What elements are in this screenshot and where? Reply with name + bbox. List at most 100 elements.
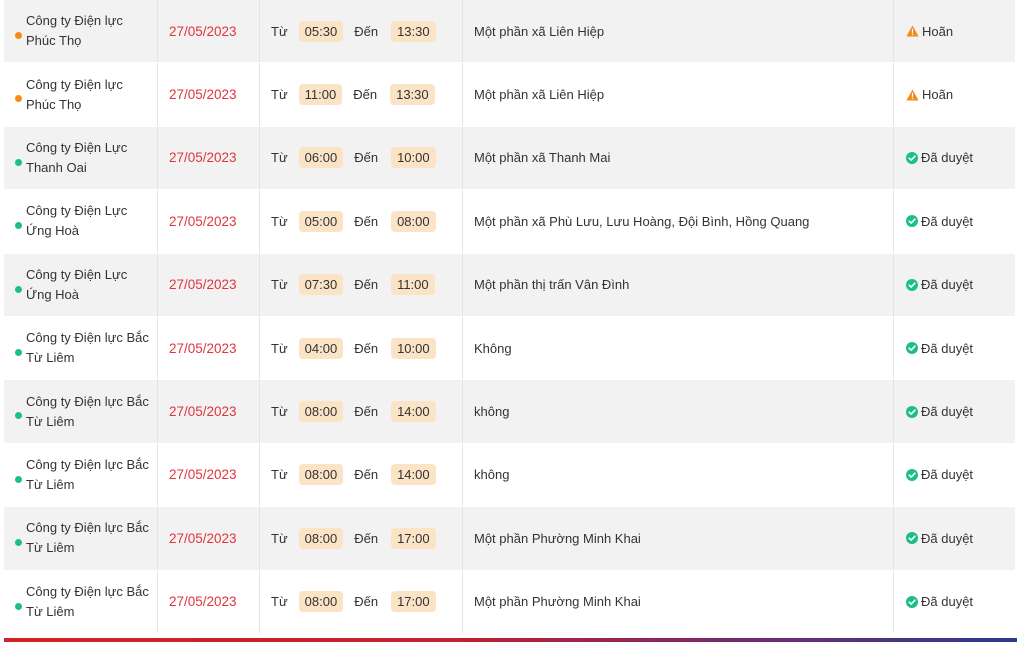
end-time: 10:00 — [391, 147, 436, 169]
to-label: Đến — [353, 87, 378, 103]
outage-date: 27/05/2023 — [169, 277, 237, 293]
table-row: Công ty Điện Lực Thanh Oai 27/05/2023 Từ 06:… — [4, 126, 1015, 191]
company-name-line2: Ứng Hoà — [26, 223, 80, 239]
status-dot-icon — [15, 348, 22, 356]
start-time: 08:00 — [298, 464, 344, 486]
area-cell: không — [463, 380, 894, 443]
table-row: Công ty Điện lực Phúc Thọ 27/05/2023 Từ 05:3… — [4, 0, 1015, 64]
status-cell: Đã duyệt — [894, 190, 1015, 252]
from-label: Từ — [271, 213, 288, 229]
to-label: Đến — [354, 594, 379, 610]
table-row: Công ty Điện lực Bắc Từ Liêm 27/05/2023 Từ 0… — [4, 443, 1015, 508]
outage-schedule-table: Công ty Điện lực Phúc Thọ 27/05/2023 Từ 05:3… — [4, 0, 1015, 634]
company-name-line1: Công ty Điện lực Bắc — [26, 583, 149, 599]
to-label: Đến — [354, 213, 379, 229]
company-name-line1: Công ty Điện lực Bắc — [26, 456, 149, 472]
status-badge: Đã duyệt — [906, 594, 973, 609]
warning-icon — [906, 89, 922, 101]
status-badge: Hoãn — [906, 87, 953, 102]
time-cell: Từ 05:30 Đến 13:30 — [260, 0, 463, 63]
company-cell: Công ty Điện lực Bắc Từ Liêm — [4, 316, 158, 380]
company-name-line2: Phúc Thọ — [26, 33, 82, 49]
to-label: Đến — [354, 277, 379, 293]
status-dot-icon — [15, 602, 22, 610]
status-label: Đã duyệt — [921, 150, 974, 166]
status-cell: Đã duyệt — [894, 444, 1015, 506]
from-label: Từ — [271, 404, 288, 420]
outage-date: 27/05/2023 — [169, 23, 237, 39]
company-cell: Công ty Điện Lực Thanh Oai — [4, 126, 158, 190]
status-badge: Đã duyệt — [906, 150, 973, 165]
affected-area: Một phần thị trấn Vân Đình — [474, 277, 630, 293]
from-label: Từ — [271, 150, 288, 166]
time-cell: Từ 04:00 Đến 10:00 — [260, 316, 463, 380]
time-cell: Từ 08:00 Đến 17:00 — [260, 570, 463, 633]
company-name-line1: Công ty Điện Lực — [26, 139, 128, 155]
company-name-line1: Công ty Điện Lực — [26, 203, 128, 219]
company-name-line2: Từ Liêm — [26, 476, 75, 492]
status-cell: Đã duyệt — [894, 127, 1015, 189]
footer-gradient-bar — [4, 638, 1017, 642]
status-dot-icon — [15, 158, 22, 166]
affected-area: không — [474, 404, 510, 420]
end-time: 08:00 — [391, 210, 436, 232]
outage-date: 27/05/2023 — [169, 340, 237, 356]
company-name-line2: Từ Liêm — [26, 413, 75, 429]
to-label: Đến — [354, 467, 379, 483]
outage-date: 27/05/2023 — [169, 404, 237, 420]
status-badge: Đã duyệt — [906, 404, 973, 419]
date-cell: 27/05/2023 — [158, 316, 260, 380]
affected-area: Một phần xã Liên Hiệp — [474, 87, 605, 103]
from-label: Từ — [271, 87, 288, 103]
status-cell: Hoãn — [894, 0, 1015, 62]
company-cell: Công ty Điện lực Bắc Từ Liêm — [4, 443, 158, 507]
status-label: Đã duyệt — [921, 277, 974, 293]
status-dot-icon — [15, 285, 22, 293]
status-dot-icon — [15, 32, 22, 39]
time-cell: Từ 08:00 Đến 14:00 — [260, 443, 463, 507]
area-cell: Một phần xã Phù Lưu, Lưu Hoàng, Đội Bình… — [463, 190, 894, 253]
to-label: Đến — [354, 340, 379, 356]
status-cell: Đã duyệt — [894, 507, 1015, 569]
area-cell: Một phần Phường Minh Khai — [463, 507, 894, 570]
status-label: Đã duyệt — [921, 467, 974, 483]
to-label: Đến — [354, 404, 379, 420]
company-cell: Công ty Điện lực Bắc Từ Liêm — [4, 570, 158, 633]
date-cell: 27/05/2023 — [158, 253, 260, 316]
table-row: Công ty Điện lực Phúc Thọ 27/05/2023 Từ 11:0… — [4, 63, 1015, 127]
start-time: 07:30 — [298, 274, 344, 296]
time-cell: Từ 06:00 Đến 10:00 — [260, 126, 463, 190]
check-circle-icon — [906, 151, 921, 164]
end-time: 17:00 — [391, 591, 436, 613]
date-cell: 27/05/2023 — [158, 63, 260, 126]
company-name: Công ty Điện lực Phúc Thọ — [26, 11, 123, 51]
company-name-line1: Công ty Điện lực — [26, 76, 123, 92]
outage-date: 27/05/2023 — [169, 87, 237, 103]
table-row: Công ty Điện lực Bắc Từ Liêm 27/05/2023 Từ 0… — [4, 380, 1015, 444]
affected-area: không — [474, 467, 510, 483]
end-time: 14:00 — [391, 401, 436, 423]
start-time: 08:00 — [298, 401, 344, 423]
status-cell: Đã duyệt — [894, 317, 1015, 379]
date-cell: 27/05/2023 — [158, 126, 260, 190]
table-row: Công ty Điện lực Bắc Từ Liêm 27/05/2023 Từ 0… — [4, 316, 1015, 381]
check-circle-icon — [906, 342, 921, 355]
end-time: 17:00 — [391, 527, 436, 549]
area-cell: Một phần Phường Minh Khai — [463, 570, 894, 633]
area-cell: Một phần xã Liên Hiệp — [463, 0, 894, 63]
status-dot-icon — [15, 539, 22, 547]
outage-date: 27/05/2023 — [169, 594, 237, 610]
company-cell: Công ty Điện lực Bắc Từ Liêm — [4, 380, 158, 443]
company-name-line1: Công ty Điện lực Bắc — [26, 393, 149, 409]
company-name-line2: Thanh Oai — [26, 159, 87, 175]
status-badge: Đã duyệt — [906, 531, 973, 546]
from-label: Từ — [271, 530, 288, 546]
start-time: 08:00 — [298, 527, 344, 549]
check-circle-icon — [906, 405, 921, 418]
time-cell: Từ 08:00 Đến 14:00 — [260, 380, 463, 443]
end-time: 14:00 — [391, 464, 436, 486]
from-label: Từ — [271, 594, 288, 610]
to-label: Đến — [354, 23, 379, 39]
company-cell: Công ty Điện lực Bắc Từ Liêm — [4, 507, 158, 570]
company-name-line1: Công ty Điện lực Bắc — [26, 520, 149, 536]
